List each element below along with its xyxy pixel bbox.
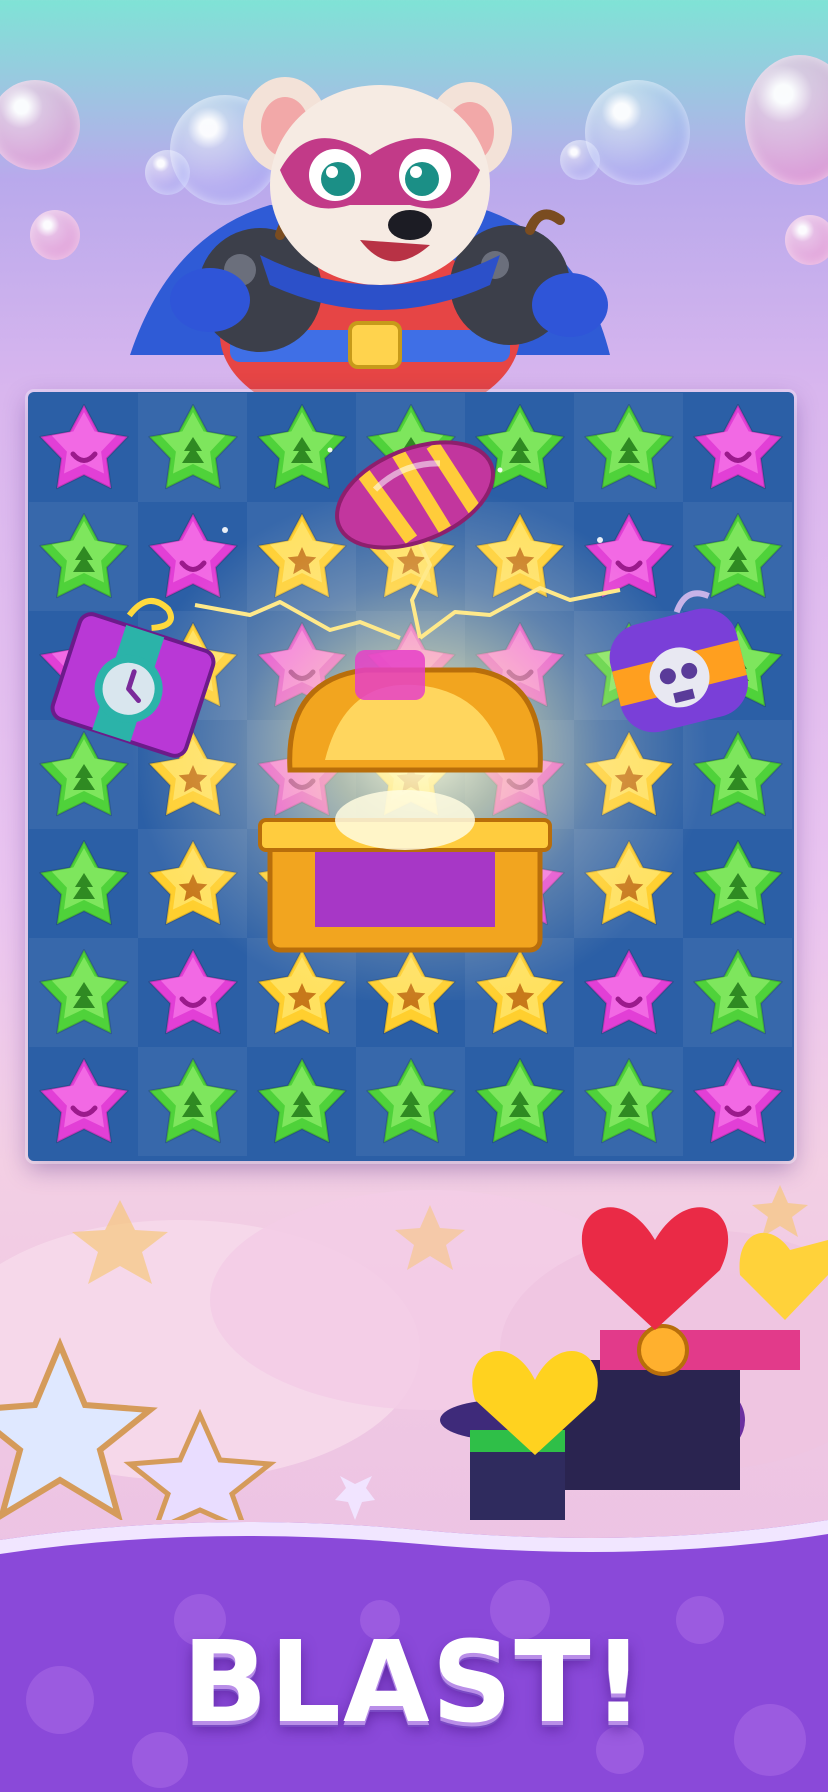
green-gem-icon[interactable] <box>689 944 787 1042</box>
decorative-clouds <box>0 1185 828 1520</box>
pink-gem-icon[interactable] <box>580 944 678 1042</box>
bubble <box>785 215 828 265</box>
board-cell[interactable] <box>29 829 138 938</box>
raccoon-hero-mascot <box>130 77 610 395</box>
board-cell[interactable] <box>29 1047 138 1156</box>
skull-bomb-booster-icon[interactable] <box>595 585 765 750</box>
green-gem-icon[interactable] <box>35 835 133 933</box>
yellow-gem-icon[interactable] <box>144 835 242 933</box>
board-cell[interactable] <box>247 1047 356 1156</box>
bubble <box>745 55 828 185</box>
bubble <box>30 210 80 260</box>
yellow-gem-icon[interactable] <box>580 835 678 933</box>
pink-gem-icon[interactable] <box>144 944 242 1042</box>
board-cell[interactable] <box>683 829 792 938</box>
rocket-booster-icon[interactable] <box>320 420 510 570</box>
green-gem-icon[interactable] <box>35 944 133 1042</box>
treasure-chest-icon[interactable] <box>255 640 555 970</box>
board-cell[interactable] <box>574 829 683 938</box>
clock-booster-icon[interactable] <box>38 590 228 780</box>
green-gem-icon[interactable] <box>689 835 787 933</box>
board-cell[interactable] <box>574 1047 683 1156</box>
board-cell[interactable] <box>356 1047 465 1156</box>
board-cell[interactable] <box>138 1047 247 1156</box>
green-gem-icon[interactable] <box>580 1053 678 1151</box>
green-gem-icon[interactable] <box>144 1053 242 1151</box>
board-cell[interactable] <box>465 1047 574 1156</box>
board-cell[interactable] <box>138 829 247 938</box>
board-cell[interactable] <box>29 938 138 1047</box>
green-gem-icon[interactable] <box>253 1053 351 1151</box>
board-cell[interactable] <box>683 1047 792 1156</box>
board-cell[interactable] <box>138 938 247 1047</box>
pink-gem-icon[interactable] <box>689 1053 787 1151</box>
board-cell[interactable] <box>574 938 683 1047</box>
bubble <box>0 80 80 170</box>
board-cell[interactable] <box>683 938 792 1047</box>
pink-gem-icon[interactable] <box>35 1053 133 1151</box>
blast-title: BLAST! <box>182 1618 646 1748</box>
green-gem-icon[interactable] <box>362 1053 460 1151</box>
green-gem-icon[interactable] <box>471 1053 569 1151</box>
